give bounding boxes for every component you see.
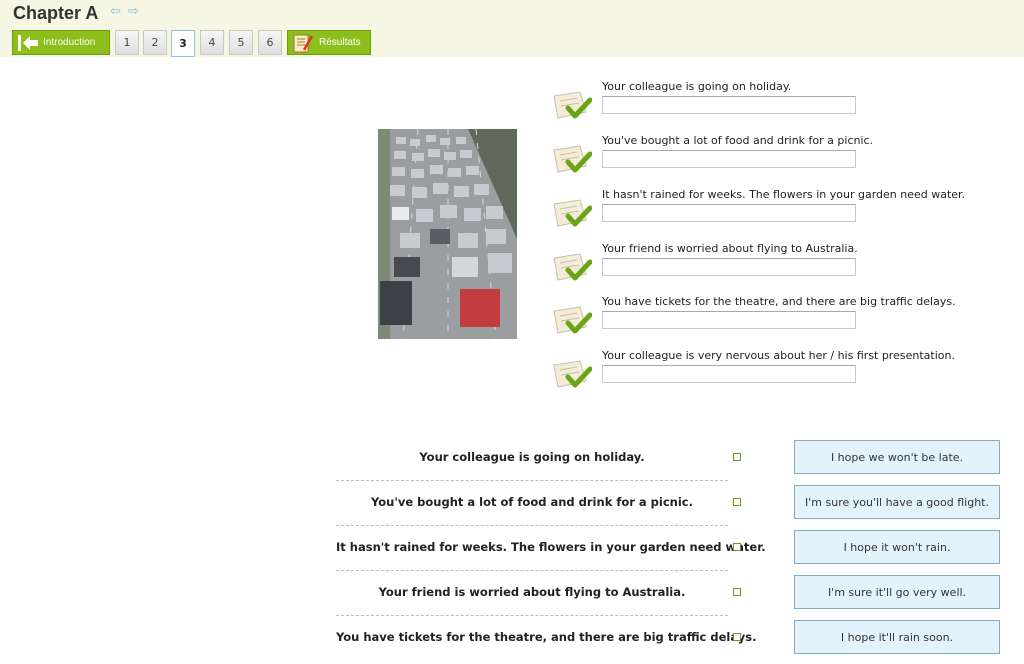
back-arrow-icon[interactable]: ⇦ (110, 4, 121, 19)
prompt-question: Your colleague is going on holiday. (602, 80, 792, 93)
page-5-button[interactable]: 5 (229, 30, 253, 55)
match-left-text: Your friend is worried about flying to A… (378, 585, 686, 599)
results-label: Résultats (319, 37, 361, 48)
results-button[interactable]: Résultats (287, 30, 371, 55)
prompt-3: It hasn't rained for weeks. The flowers … (550, 188, 1010, 236)
match-left-text: Your colleague is going on holiday. (419, 450, 645, 464)
prompt-5: You have tickets for the theatre, and th… (550, 295, 1010, 343)
page-2-button[interactable]: 2 (143, 30, 167, 55)
match-connector-1[interactable] (733, 453, 741, 461)
match-connector-2[interactable] (733, 498, 741, 506)
note-check-icon (553, 199, 592, 227)
match-left-item-5: You have tickets for the theatre, and th… (336, 620, 757, 664)
page-4-button[interactable]: 4 (200, 30, 224, 55)
exit-arrow-icon (18, 34, 38, 51)
prompt-question: You've bought a lot of food and drink fo… (602, 134, 874, 147)
prompt-question: Your friend is worried about flying to A… (602, 242, 858, 255)
note-check-icon (553, 91, 592, 119)
page-6-button[interactable]: 6 (258, 30, 282, 55)
prompt-6: Your colleague is very nervous about her… (550, 349, 1010, 397)
match-left-text: You've bought a lot of food and drink fo… (371, 495, 693, 509)
prompt-answer-input[interactable] (602, 258, 856, 276)
divider (336, 525, 728, 526)
match-left-item-2: You've bought a lot of food and drink fo… (336, 485, 728, 529)
match-answer-1[interactable]: I hope we won't be late. (794, 440, 1000, 474)
note-check-icon (553, 145, 592, 173)
page-1-button[interactable]: 1 (115, 30, 139, 55)
divider (336, 615, 728, 616)
prompt-answer-input[interactable] (602, 96, 856, 114)
note-check-icon (553, 306, 592, 334)
page-3-button[interactable]: 3 (171, 30, 195, 57)
header-bar: Chapter A ⇦ ⇨ Introduction 1 2 3 4 5 6 R… (0, 0, 1024, 57)
traffic-jam-photo (378, 129, 517, 339)
prompt-answer-input[interactable] (602, 204, 856, 222)
chapter-title: Chapter A (13, 3, 99, 23)
match-left-item-4: Your friend is worried about flying to A… (336, 575, 728, 619)
divider (336, 480, 728, 481)
prompt-question: It hasn't rained for weeks. The flowers … (602, 188, 966, 201)
forward-arrow-icon[interactable]: ⇨ (128, 4, 139, 19)
prompt-1: Your colleague is going on holiday. (550, 80, 1010, 128)
prompt-answer-input[interactable] (602, 311, 856, 329)
note-check-icon (553, 253, 592, 281)
match-left-item-1: Your colleague is going on holiday. (336, 440, 728, 484)
match-connector-4[interactable] (733, 588, 741, 596)
match-answer-3[interactable]: I hope it won't rain. (794, 530, 1000, 564)
match-connector-3[interactable] (733, 543, 741, 551)
prompt-answer-input[interactable] (602, 365, 856, 383)
match-answer-2[interactable]: I'm sure you'll have a good flight. (794, 485, 1000, 519)
match-left-item-3: It hasn't rained for weeks. The flowers … (336, 530, 766, 574)
match-answer-5[interactable]: I hope it'll rain soon. (794, 620, 1000, 654)
match-left-text: You have tickets for the theatre, and th… (336, 630, 757, 644)
match-connector-5[interactable] (733, 633, 741, 641)
match-answer-4[interactable]: I'm sure it'll go very well. (794, 575, 1000, 609)
prompt-question: Your colleague is very nervous about her… (602, 349, 955, 362)
prompt-4: Your friend is worried about flying to A… (550, 242, 1010, 290)
introduction-label: Introduction (43, 37, 96, 48)
divider (336, 570, 728, 571)
prompt-question: You have tickets for the theatre, and th… (602, 295, 956, 308)
note-check-icon (553, 360, 592, 388)
match-left-text: It hasn't rained for weeks. The flowers … (336, 540, 766, 554)
prompt-2: You've bought a lot of food and drink fo… (550, 134, 1010, 182)
introduction-button[interactable]: Introduction (12, 30, 110, 55)
notepad-icon (293, 34, 314, 52)
prompt-answer-input[interactable] (602, 150, 856, 168)
